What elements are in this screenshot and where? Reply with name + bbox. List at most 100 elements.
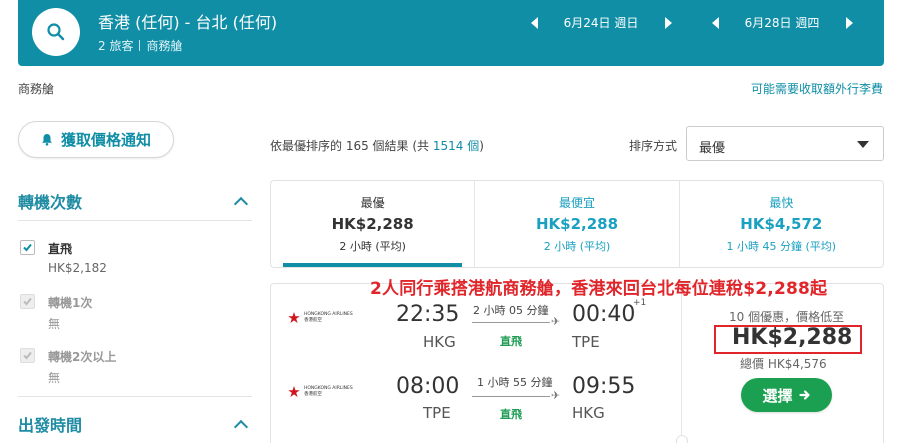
option-price: 無: [48, 371, 61, 385]
checkbox-one-stop: [20, 294, 35, 309]
prev-return-date-button[interactable]: [708, 15, 722, 31]
price-alert-label: 獲取價格通知: [60, 131, 151, 149]
select-flight-button[interactable]: 選擇: [741, 378, 832, 412]
option-label: 轉機2次以上: [48, 350, 117, 364]
airline-name: HONGKONG AIRLINES 香港航空: [304, 312, 353, 324]
next-return-date-button[interactable]: [842, 15, 856, 31]
chevron-up-icon: [233, 196, 249, 212]
divider: [18, 220, 252, 221]
trip-details: 2 旅客 商務艙: [98, 37, 182, 54]
outbound-depart-airport: HKG: [423, 333, 456, 351]
depart-time-filter-header[interactable]: 出發時間: [18, 412, 252, 436]
tab-duration: 2 小時 (平均): [543, 240, 611, 253]
tab-fastest[interactable]: 最快 HK$4,572 1 小時 45 分鐘 (平均): [680, 181, 883, 267]
divider: [139, 40, 141, 51]
bell-icon: [41, 134, 52, 146]
option-label: 轉機1次: [48, 296, 93, 310]
option-price: HK$2,182: [48, 261, 107, 275]
tab-cheapest[interactable]: 最便宜 HK$2,288 2 小時 (平均): [475, 181, 680, 267]
inbound-arrive-time: 09:55: [572, 374, 636, 399]
baggage-fee-link[interactable]: 可能需要收取額外行李費: [751, 80, 883, 97]
airline-name-zh: 香港航空: [304, 318, 322, 323]
checkmark-icon: [23, 351, 32, 360]
inbound-depart-time: 08:00: [396, 374, 460, 399]
promo-annotation: 2人同行乘搭港航商務艙，香港來回台北每位連稅$2,288起: [370, 279, 828, 299]
stops-filter-header[interactable]: 轉機次數: [18, 189, 252, 213]
outbound-arrive-airport: TPE: [572, 333, 600, 351]
inbound-stops: 直飛: [500, 408, 522, 421]
outbound-depart-time: 22:35: [396, 302, 460, 327]
inbound-depart-airport: TPE: [423, 404, 451, 422]
chevron-right-icon: [845, 16, 853, 29]
checkmark-icon: [23, 243, 32, 252]
stops-filter-title: 轉機次數: [18, 193, 83, 212]
hong-kong-airlines-logo-icon: [288, 386, 300, 397]
option-label: 直飛: [48, 242, 73, 256]
airline-logo: HONGKONG AIRLINES 香港航空: [287, 311, 353, 325]
price-alert-button[interactable]: 獲取價格通知: [18, 121, 174, 158]
sort-tabs: 最優 HK$2,288 2 小時 (平均) 最便宜 HK$2,288 2 小時 …: [270, 180, 884, 268]
sort-dropdown[interactable]: 最優: [686, 126, 884, 161]
hong-kong-airlines-logo-icon: [288, 312, 300, 323]
deals-count: 10 個優惠，價格低至: [729, 310, 845, 324]
airline-name-zh: 香港航空: [304, 392, 322, 397]
flight-path-line: [472, 396, 550, 397]
cabin-class: 商務艙: [146, 39, 183, 53]
airline-name: HONGKONG AIRLINES 香港航空: [304, 386, 353, 398]
caret-down-icon: [857, 141, 869, 148]
checkmark-icon: [23, 297, 32, 306]
return-date-selector: 6月28日 週四: [708, 14, 856, 31]
outbound-stops: 直飛: [500, 335, 522, 348]
passenger-count: 2 旅客: [98, 39, 134, 53]
tab-title: 最快: [769, 196, 794, 210]
checkbox-direct[interactable]: [20, 240, 35, 255]
chevron-right-icon: [664, 16, 672, 29]
outbound-arrive-time: 00:40: [572, 302, 636, 327]
depart-time-filter-title: 出發時間: [18, 416, 83, 435]
tab-price: HK$2,288: [331, 215, 414, 233]
prev-depart-date-button[interactable]: [527, 15, 541, 31]
sort-label: 排序方式: [629, 139, 678, 153]
tab-price: HK$4,572: [740, 215, 823, 233]
depart-date[interactable]: 6月24日 週日: [541, 14, 661, 31]
ticket-notch: [676, 435, 688, 443]
next-depart-date-button[interactable]: [661, 15, 675, 31]
option-price: 無: [48, 317, 61, 331]
results-prefix: 依最優排序的 165 個結果 (共: [270, 139, 433, 153]
chevron-up-icon: [233, 419, 249, 435]
results-suffix: ): [479, 139, 484, 153]
checkbox-two-plus-stops: [20, 348, 35, 363]
total-price: 總價 HK$4,576: [740, 357, 827, 371]
tab-title: 最便宜: [558, 196, 595, 210]
day-offset: +1: [633, 298, 647, 308]
search-icon: [47, 23, 65, 41]
results-summary: 依最優排序的 165 個結果 (共 1514 個): [270, 137, 484, 154]
inbound-duration: 1 小時 55 分鐘: [477, 376, 553, 389]
flight-path-line: [472, 322, 550, 323]
inbound-arrive-airport: HKG: [572, 404, 605, 422]
tab-title: 最優: [360, 196, 385, 210]
results-total-link[interactable]: 1514 個: [433, 139, 479, 153]
cabin-label: 商務艙: [18, 82, 55, 96]
divider: [18, 396, 252, 397]
airline-logo: HONGKONG AIRLINES 香港航空: [287, 385, 353, 399]
tab-duration: 2 小時 (平均): [339, 240, 406, 253]
tab-duration: 1 小時 45 分鐘 (平均): [726, 240, 837, 253]
chevron-left-icon: [530, 16, 538, 29]
active-tab-indicator: [283, 263, 463, 267]
search-summary-bar[interactable]: 香港 (任何) - 台北 (任何) 2 旅客 商務艙 6月24日 週日 6月28…: [18, 0, 884, 66]
depart-date-selector: 6月24日 週日: [527, 14, 675, 31]
airplane-icon: ✈: [551, 315, 561, 328]
tab-price: HK$2,288: [535, 215, 619, 233]
sort-value: 最優: [699, 141, 726, 156]
arrow-right-icon: [798, 390, 810, 400]
search-button[interactable]: [32, 8, 80, 56]
airplane-icon: ✈: [551, 389, 561, 402]
route-title: 香港 (任何) - 台北 (任何): [98, 13, 278, 32]
chevron-left-icon: [711, 16, 719, 29]
outbound-duration: 2 小時 05 分鐘: [473, 304, 549, 317]
return-date[interactable]: 6月28日 週四: [722, 14, 842, 31]
tab-best[interactable]: 最優 HK$2,288 2 小時 (平均): [271, 181, 476, 267]
lowest-price: HK$2,288: [732, 325, 853, 350]
select-label: 選擇: [762, 386, 793, 405]
